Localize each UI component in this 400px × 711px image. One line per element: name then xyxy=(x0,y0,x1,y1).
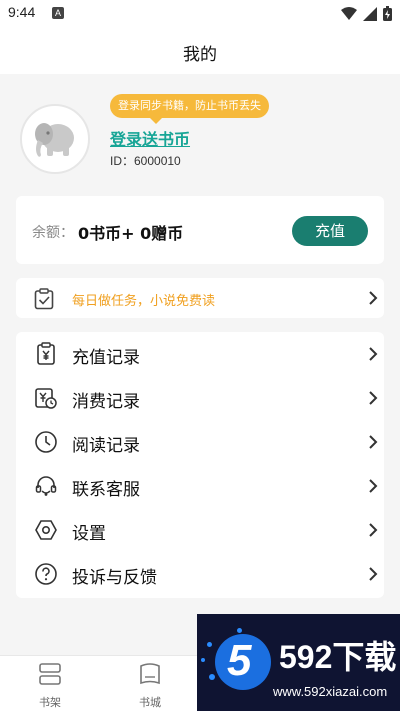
signal-icon xyxy=(363,6,377,21)
daily-task-card[interactable]: 每日做任务，小说免费读 xyxy=(16,278,384,318)
menu-item-consume-record[interactable]: 消费记录 xyxy=(16,376,384,420)
menu-label: 充值记录 xyxy=(72,348,140,368)
app-header: 我的 xyxy=(0,28,400,74)
watermark-dot xyxy=(237,628,242,633)
avatar[interactable] xyxy=(20,104,90,174)
chevron-right-icon xyxy=(369,567,378,581)
page-title: 我的 xyxy=(183,45,217,65)
watermark-url: www.592xiazai.com xyxy=(273,684,388,699)
balance-card: 余额： 0书币+ 0赠币 充值 xyxy=(16,196,384,264)
bookstore-icon xyxy=(140,663,160,685)
tooltip-arrow xyxy=(150,118,162,124)
battery-icon xyxy=(383,6,392,21)
menu-label: 联系客服 xyxy=(72,480,140,500)
watermark-number: 5 xyxy=(227,636,252,685)
watermark-logo: 5 592下载 www.592xiazai.com xyxy=(197,614,400,711)
login-tip-bubble: 登录同步书籍，防止书币丢失 xyxy=(110,94,269,118)
balance-label: 余额： xyxy=(32,225,74,241)
daily-task-text: 每日做任务，小说免费读 xyxy=(72,294,216,309)
task-clipboard-icon xyxy=(34,288,54,310)
user-id: ID：6000010 xyxy=(110,154,181,168)
watermark-dot xyxy=(207,642,212,647)
login-link[interactable]: 登录送书币 xyxy=(110,126,190,150)
headset-icon xyxy=(35,476,57,496)
watermark-dot xyxy=(209,674,215,680)
menu-item-settings[interactable]: 设置 xyxy=(16,508,384,552)
chevron-right-icon xyxy=(369,291,378,305)
chevron-right-icon xyxy=(369,523,378,537)
balance-value: 0书币+ 0赠币 xyxy=(78,224,184,243)
menu-label: 阅读记录 xyxy=(72,436,140,456)
watermark-title: 592下载 xyxy=(279,639,397,675)
recharge-record-icon xyxy=(37,342,55,365)
chevron-right-icon xyxy=(369,479,378,493)
tab-label: 书架 xyxy=(39,696,61,709)
menu-item-customer-service[interactable]: 联系客服 xyxy=(16,464,384,508)
bookshelf-icon xyxy=(39,663,61,685)
menu-item-recharge-record[interactable]: 充值记录 xyxy=(16,332,384,376)
elephant-icon xyxy=(35,123,74,157)
tab-bookshelf[interactable]: 书架 xyxy=(10,662,90,710)
wifi-icon xyxy=(341,6,357,20)
clock-icon xyxy=(35,431,57,453)
menu-item-reading-record[interactable]: 阅读记录 xyxy=(16,420,384,464)
help-icon xyxy=(35,563,57,585)
chevron-right-icon xyxy=(369,347,378,361)
menu-label: 消费记录 xyxy=(72,392,140,412)
notification-icon: A xyxy=(52,7,64,19)
status-time: 9:44 xyxy=(8,4,36,20)
chevron-right-icon xyxy=(369,435,378,449)
tab-label: 书城 xyxy=(139,696,161,709)
menu-label: 投诉与反馈 xyxy=(72,568,157,588)
settings-icon xyxy=(35,520,57,540)
watermark-dot xyxy=(201,658,205,662)
recharge-button[interactable]: 充值 xyxy=(292,216,368,246)
profile-section: 登录同步书籍，防止书币丢失 登录送书币 ID：6000010 xyxy=(0,74,400,194)
consume-record-icon xyxy=(35,388,57,409)
status-bar: 9:44 A xyxy=(0,0,400,28)
menu-item-feedback[interactable]: 投诉与反馈 xyxy=(16,552,384,596)
tab-bookstore[interactable]: 书城 xyxy=(110,662,190,710)
status-icons xyxy=(341,6,392,21)
chevron-right-icon xyxy=(369,391,378,405)
menu-label: 设置 xyxy=(72,524,106,544)
menu-list: 充值记录 消费记录 阅读记录 联系客服 设置 投诉与反馈 xyxy=(16,332,384,598)
